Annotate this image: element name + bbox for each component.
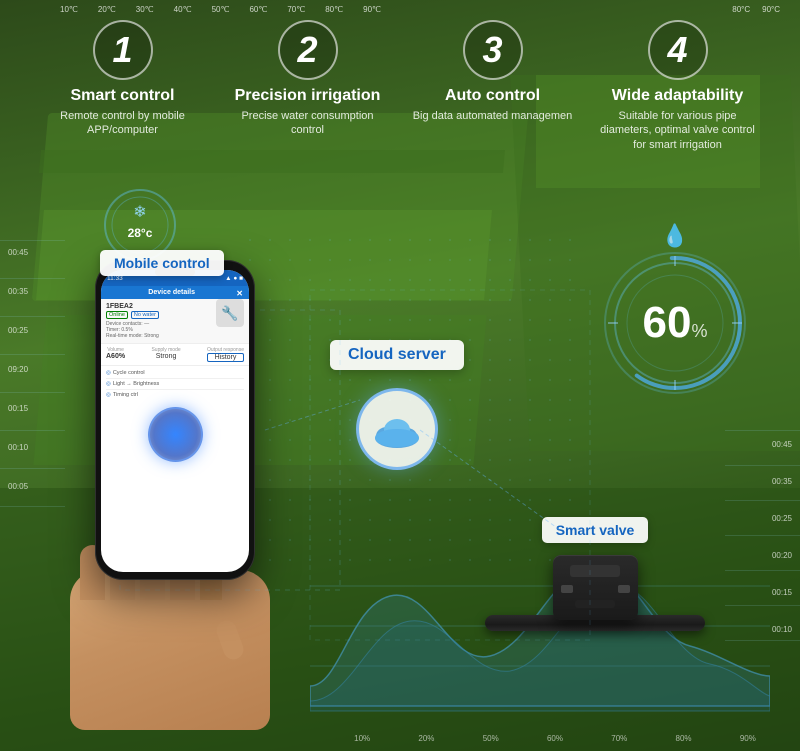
temp-label: 30℃ [136,5,154,14]
bottom-label-3: 60% [547,734,563,743]
valve-body-main [553,555,638,620]
left-chart-label-2: 00:25 [8,326,28,335]
temp-label: 10℃ [60,5,78,14]
temp-label: 40℃ [174,5,192,14]
svg-text:28°c: 28°c [128,226,153,240]
humidity-value: 60% [643,301,708,345]
cloud-icon [371,410,423,448]
temp-label: 20℃ [98,5,116,14]
phone-section: Mobile control 11:33 ▲ ● ■ Dev [70,260,300,730]
left-chart-label-5: 00:10 [8,443,28,452]
screen-title: Device details [148,289,195,296]
smart-valve-label: Smart valve [542,517,649,543]
smart-valve-section: Smart valve [485,517,705,631]
feature-desc-1: Remote control by mobile APP/computer [43,109,203,138]
svg-text:❄: ❄ [133,204,146,221]
right-chart-label-1: 00:35 [772,477,792,486]
temp-label: 90℃ [363,5,381,14]
app-header: Device details ✕ [101,286,249,299]
feature-1: 1 Smart control Remote control by mobile… [43,20,203,152]
device-info-card: 1FBEA2 Online No water 🔧 Device contacts… [101,299,249,344]
right-chart-labels: 00:45 00:35 00:25 00:20 00:15 00:10 [772,440,792,634]
feature-title-1: Smart control [70,86,174,105]
temp-label: 50℃ [212,5,230,14]
right-chart-label-0: 00:45 [772,440,792,449]
mobile-control-label: Mobile control [100,250,224,276]
feature-number-1: 1 [93,20,153,80]
humidity-gauge-section: 💧 60% [600,248,750,398]
left-chart-label-3: 09:20 [8,365,28,374]
feature-3: 3 Auto control Big data automated manage… [413,20,573,152]
right-chart-label-4: 00:15 [772,588,792,597]
left-chart-label-6: 00:05 [8,482,28,491]
temp-label: 80℃ [325,5,343,14]
device-thumbnail: 🔧 [216,299,244,327]
feature-desc-2: Precise water consumption control [228,109,388,138]
temp-bar: 10℃ 20℃ 30℃ 40℃ 50℃ 60℃ 70℃ 80℃ 90℃ [60,5,381,14]
feature-number-4: 4 [648,20,708,80]
bottom-label-2: 50% [483,734,499,743]
phone-body: 11:33 ▲ ● ■ Device details ✕ 1FBEA2 Onli… [95,260,255,580]
bottom-x-labels: 10% 20% 50% 60% 70% 80% 90% [330,734,780,743]
right-chart-label-5: 00:10 [772,625,792,634]
stats-area: Volume A60% Supply mode Strong Output re… [101,344,249,365]
feature-title-2: Precision irrigation [235,86,381,105]
left-chart-label-0: 00:45 [8,248,28,257]
water-drop-icon: 💧 [661,223,688,249]
feature-2: 2 Precision irrigation Precise water con… [228,20,388,152]
feature-desc-3: Big data automated managemen [413,109,573,123]
cloud-server-label: Cloud server [330,340,464,370]
humidity-gauge: 💧 60% [600,248,750,398]
left-chart-label-4: 00:15 [8,404,28,413]
temp-label: 70℃ [287,5,305,14]
phone-icons: ▲ ● ■ [225,275,243,282]
top-right-label-1: 90°C [762,5,780,14]
bottom-label-1: 20% [418,734,434,743]
right-chart-label-3: 00:20 [772,551,792,560]
top-right-labels: 80°C 90°C [732,5,780,14]
phone-blue-circle [148,407,203,462]
cloud-server-section: Cloud server [330,340,464,470]
left-chart-labels: 00:45 00:35 00:25 09:20 00:15 00:10 00:0… [8,248,28,491]
online-badge: Online [106,311,128,319]
feature-number-2: 2 [278,20,338,80]
cloud-icon-container [356,388,438,470]
humidity-unit: % [691,321,707,341]
temp-label: 60℃ [249,5,267,14]
feature-title-3: Auto control [445,86,540,105]
feature-4: 4 Wide adaptability Suitable for various… [598,20,758,152]
top-right-label-0: 80°C [732,5,750,14]
phone-screen: 11:33 ▲ ● ■ Device details ✕ 1FBEA2 Onli… [101,270,249,572]
right-chart-label-2: 00:25 [772,514,792,523]
bottom-label-4: 70% [611,734,627,743]
feature-title-4: Wide adaptability [612,86,743,105]
valve-device [485,555,705,631]
left-chart-label-1: 00:35 [8,287,28,296]
control-lines: ◎ Cycle control ◎ Light → Brightness ◎ T… [101,365,249,402]
feature-desc-4: Suitable for various pipe diameters, opt… [598,109,758,152]
bottom-label-6: 90% [740,734,756,743]
features-section: 1 Smart control Remote control by mobile… [0,20,800,152]
feature-number-3: 3 [463,20,523,80]
humidity-number: 60 [643,298,692,347]
bottom-label-0: 10% [354,734,370,743]
bottom-label-5: 80% [676,734,692,743]
water-badge: No water [131,311,159,319]
